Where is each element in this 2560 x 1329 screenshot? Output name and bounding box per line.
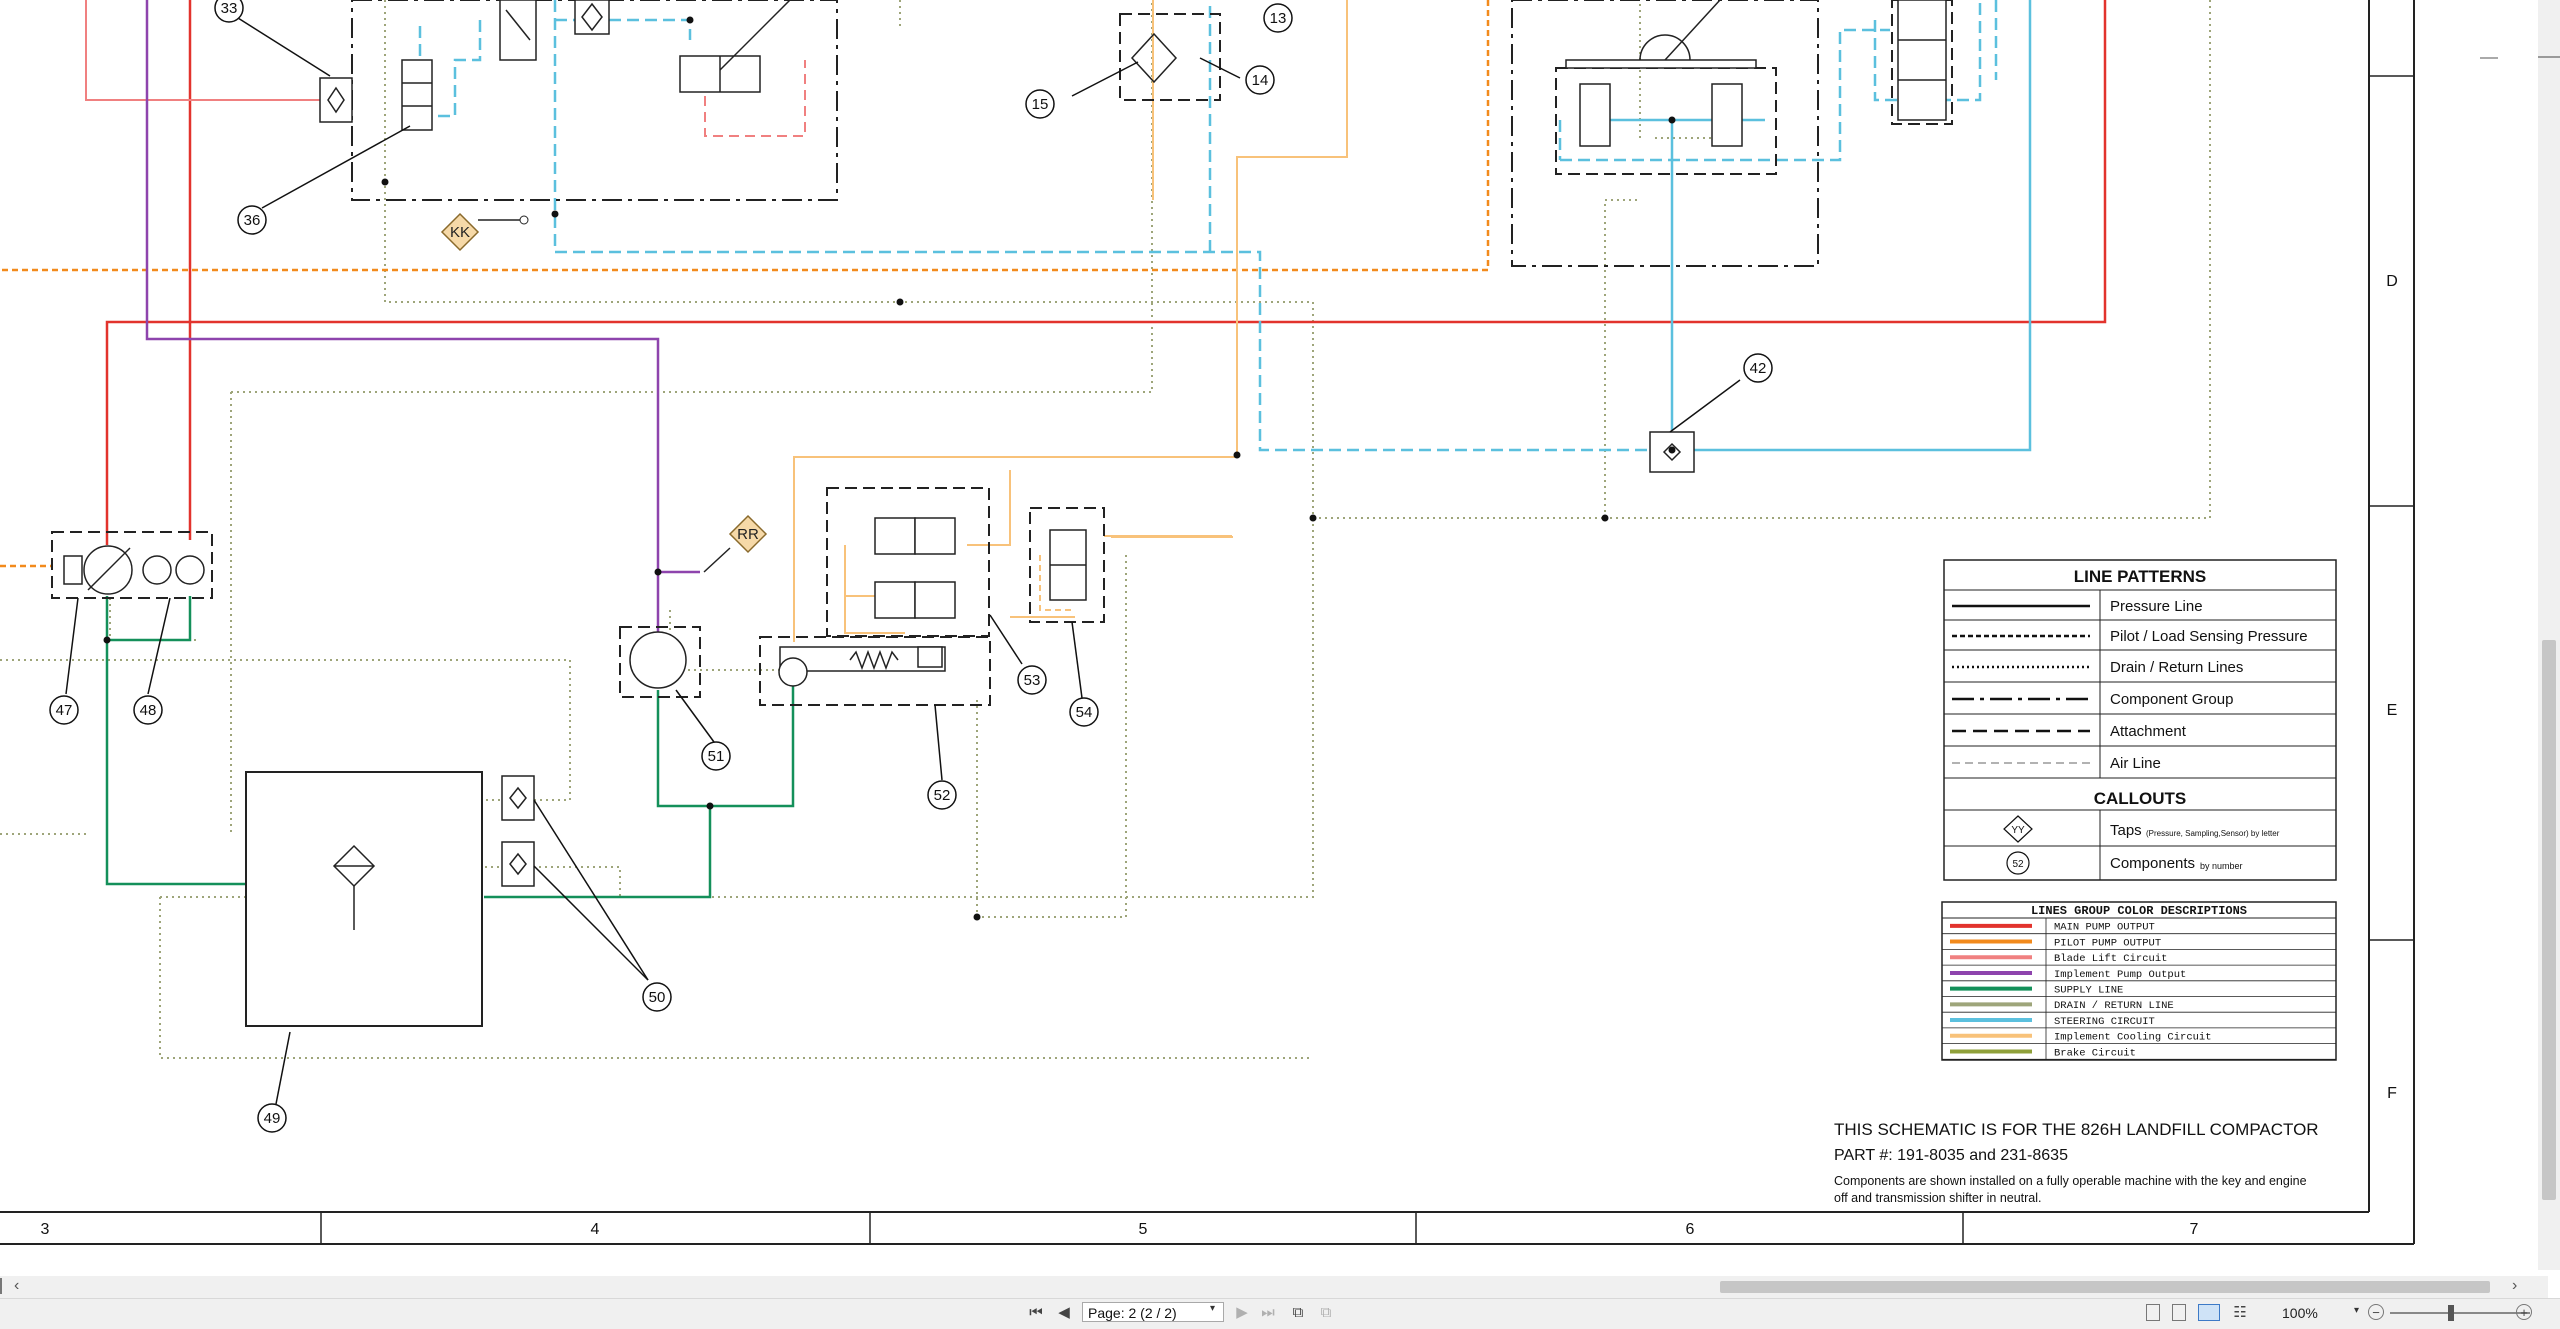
horizontal-scroll-thumb[interactable]: [1720, 1281, 2490, 1293]
grid-col-3: 3: [41, 1221, 50, 1238]
panel-collapse-icon[interactable]: [2538, 56, 2560, 58]
callout-50[interactable]: 50: [649, 989, 666, 1006]
callout-49[interactable]: 49: [264, 1110, 281, 1127]
zoom-slider-track[interactable]: [2390, 1312, 2530, 1314]
pdf-viewer: 3 4 5 6 7 D E F KK RR 33 36 13 14 15 42 …: [0, 0, 2560, 1329]
grid-col-7: 7: [2190, 1221, 2199, 1238]
previous-page-icon[interactable]: ◀: [1054, 1303, 1074, 1323]
pattern-component-group: Component Group: [2110, 691, 2233, 708]
scroll-right-icon[interactable]: ›: [2512, 1277, 2517, 1295]
color-legend-label: SUPPLY LINE: [2054, 985, 2123, 997]
color-legend-label: STEERING CIRCUIT: [2054, 1016, 2155, 1028]
grid-row-e: E: [2387, 702, 2398, 719]
zoom-slider-thumb[interactable]: [2448, 1305, 2454, 1321]
line-patterns-legend: LINE PATTERNS Pressure Line Pilot / Load…: [1943, 559, 2337, 881]
vertical-scroll-thumb[interactable]: [2542, 640, 2556, 1200]
vertical-scrollbar[interactable]: [2538, 0, 2560, 1270]
grid-column-labels: 3 4 5 6 7: [41, 1221, 2199, 1238]
color-legend-label: PILOT PUMP OUTPUT: [2054, 937, 2161, 949]
next-page-icon[interactable]: ▶: [1232, 1303, 1252, 1323]
tap-rr-label: RR: [737, 526, 759, 543]
color-legend-label: MAIN PUMP OUTPUT: [2054, 922, 2155, 934]
hydraulic-schematic: 3 4 5 6 7 D E F KK RR 33 36 13 14 15 42 …: [0, 0, 2498, 1245]
tap-kk[interactable]: KK: [440, 212, 529, 252]
first-page-icon[interactable]: ⏮: [1026, 1303, 1046, 1323]
callout-14[interactable]: 14: [1252, 72, 1269, 89]
pattern-pilot: Pilot / Load Sensing Pressure: [2110, 628, 2308, 645]
note-title: THIS SCHEMATIC IS FOR THE 826H LANDFILL …: [1834, 1120, 2319, 1139]
schematic-note: THIS SCHEMATIC IS FOR THE 826H LANDFILL …: [1834, 1120, 2319, 1205]
note-part: PART #: 191-8035 and 231-8635: [1834, 1147, 2068, 1164]
tap-rr[interactable]: RR: [703, 514, 768, 573]
grid-col-5: 5: [1139, 1221, 1148, 1238]
callout-36[interactable]: 36: [244, 212, 261, 229]
status-bar: ⏮ ◀ Page: 2 (2 / 2) ▾ ▶ ⏭ ⧉ ⧉ ☷ 100% ▾ −…: [0, 1298, 2560, 1329]
callouts-title: CALLOUTS: [2094, 789, 2187, 808]
taps-note: (Pressure, Sampling,Sensor) by letter: [2146, 829, 2280, 838]
tap-kk-label: KK: [450, 224, 470, 241]
components-note: by number: [2200, 861, 2243, 871]
callout-33[interactable]: 33: [221, 0, 238, 17]
zoom-dropdown-icon[interactable]: ▾: [2354, 1305, 2359, 1316]
continuous-view-icon[interactable]: [2172, 1304, 2186, 1321]
components-symbol: 52: [2012, 859, 2024, 870]
callout-52[interactable]: 52: [934, 787, 951, 804]
pattern-drain: Drain / Return Lines: [2110, 659, 2243, 676]
paste-page-icon[interactable]: ⧉: [1316, 1303, 1336, 1323]
callout-51[interactable]: 51: [708, 748, 725, 765]
zoom-in-icon[interactable]: +: [2516, 1304, 2532, 1320]
page-number-field[interactable]: Page: 2 (2 / 2): [1082, 1302, 1224, 1322]
grid-row-f: F: [2387, 1085, 2397, 1102]
taps-label: Taps: [2110, 822, 2142, 839]
pattern-attachment: Attachment: [2110, 723, 2187, 740]
zoom-out-icon[interactable]: −: [2368, 1304, 2384, 1320]
grid-col-4: 4: [591, 1221, 600, 1238]
callout-48[interactable]: 48: [140, 702, 157, 719]
color-legend-label: Implement Cooling Circuit: [2054, 1032, 2212, 1044]
scroll-edge-icon: [0, 1278, 6, 1294]
page-dropdown-icon[interactable]: ▾: [1210, 1303, 1215, 1314]
color-legend-label: DRAIN / RETURN LINE: [2054, 1000, 2174, 1012]
callout-47[interactable]: 47: [56, 702, 73, 719]
last-page-icon[interactable]: ⏭: [1258, 1303, 1278, 1323]
color-legend-label: Blade Lift Circuit: [2054, 953, 2167, 965]
facing-view-icon[interactable]: [2198, 1304, 2220, 1321]
color-legend: LINES GROUP COLOR DESCRIPTIONS MAIN PUMP…: [1941, 901, 2337, 1061]
continuous-facing-view-icon[interactable]: ☷: [2230, 1303, 2250, 1323]
callout-53[interactable]: 53: [1024, 672, 1041, 689]
scroll-left-icon[interactable]: ‹: [14, 1277, 19, 1295]
line-patterns-title: LINE PATTERNS: [2074, 567, 2207, 586]
color-legend-label: Brake Circuit: [2054, 1047, 2136, 1059]
grid-col-6: 6: [1686, 1221, 1695, 1238]
note-line-1: Components are shown installed on a full…: [1834, 1174, 2307, 1188]
single-page-view-icon[interactable]: [2146, 1304, 2160, 1321]
color-legend-title: LINES GROUP COLOR DESCRIPTIONS: [2031, 904, 2247, 918]
callout-54[interactable]: 54: [1076, 704, 1093, 721]
pattern-air-line: Air Line: [2110, 755, 2161, 772]
grid-row-d: D: [2386, 273, 2398, 290]
color-legend-label: Implement Pump Output: [2054, 969, 2186, 981]
callout-13[interactable]: 13: [1270, 10, 1287, 27]
callout-42[interactable]: 42: [1750, 360, 1767, 377]
taps-symbol: YY: [2011, 825, 2025, 836]
component-symbols: [63, 0, 1947, 1027]
document-page[interactable]: 3 4 5 6 7 D E F KK RR 33 36 13 14 15 42 …: [0, 0, 2548, 1270]
note-line-2: off and transmission shifter in neutral.: [1834, 1191, 2042, 1205]
grid-row-labels: D E F: [2386, 273, 2398, 1102]
horizontal-scrollbar[interactable]: ‹ ›: [0, 1276, 2548, 1298]
callout-15[interactable]: 15: [1032, 96, 1049, 113]
pattern-pressure: Pressure Line: [2110, 598, 2203, 615]
zoom-level[interactable]: 100%: [2282, 1305, 2318, 1321]
components-label: Components: [2110, 855, 2195, 872]
copy-page-icon[interactable]: ⧉: [1288, 1303, 1308, 1323]
